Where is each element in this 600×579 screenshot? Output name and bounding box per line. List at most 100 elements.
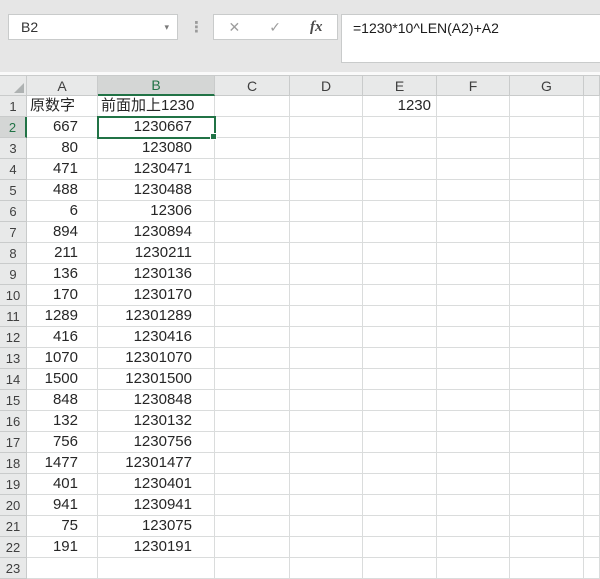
cell-A13[interactable]: 1070 — [27, 348, 98, 369]
cell-B4[interactable]: 1230471 — [98, 159, 215, 180]
cell-A14[interactable]: 1500 — [27, 369, 98, 390]
cell-C8[interactable] — [215, 243, 290, 264]
cell-H19[interactable] — [584, 474, 600, 495]
cell-F12[interactable] — [437, 327, 510, 348]
cell-B23[interactable] — [98, 558, 215, 579]
cell-B17[interactable]: 1230756 — [98, 432, 215, 453]
cell-D16[interactable] — [290, 411, 363, 432]
row-header-8[interactable]: 8 — [0, 243, 27, 264]
cell-F23[interactable] — [437, 558, 510, 579]
cell-C13[interactable] — [215, 348, 290, 369]
cell-D13[interactable] — [290, 348, 363, 369]
cell-E20[interactable] — [363, 495, 437, 516]
cell-G15[interactable] — [510, 390, 584, 411]
cell-B18[interactable]: 12301477 — [98, 453, 215, 474]
cell-G2[interactable] — [510, 117, 584, 138]
column-header-D[interactable]: D — [290, 75, 363, 96]
cell-H9[interactable] — [584, 264, 600, 285]
cell-E11[interactable] — [363, 306, 437, 327]
cell-C3[interactable] — [215, 138, 290, 159]
cell-C17[interactable] — [215, 432, 290, 453]
cell-D6[interactable] — [290, 201, 363, 222]
cell-B20[interactable]: 1230941 — [98, 495, 215, 516]
cell-E13[interactable] — [363, 348, 437, 369]
cell-F20[interactable] — [437, 495, 510, 516]
cell-F11[interactable] — [437, 306, 510, 327]
cell-C21[interactable] — [215, 516, 290, 537]
enter-icon[interactable]: ✓ — [269, 19, 281, 36]
cell-D12[interactable] — [290, 327, 363, 348]
cell-F19[interactable] — [437, 474, 510, 495]
cell-E19[interactable] — [363, 474, 437, 495]
cell-G9[interactable] — [510, 264, 584, 285]
cell-C18[interactable] — [215, 453, 290, 474]
cell-D14[interactable] — [290, 369, 363, 390]
cell-C10[interactable] — [215, 285, 290, 306]
cell-D4[interactable] — [290, 159, 363, 180]
row-header-14[interactable]: 14 — [0, 369, 27, 390]
cell-F16[interactable] — [437, 411, 510, 432]
cell-E3[interactable] — [363, 138, 437, 159]
row-header-2[interactable]: 2 — [0, 117, 27, 138]
row-header-9[interactable]: 9 — [0, 264, 27, 285]
row-header-22[interactable]: 22 — [0, 537, 27, 558]
cell-A3[interactable]: 80 — [27, 138, 98, 159]
cell-C19[interactable] — [215, 474, 290, 495]
cell-D17[interactable] — [290, 432, 363, 453]
row-header-7[interactable]: 7 — [0, 222, 27, 243]
cell-D11[interactable] — [290, 306, 363, 327]
cell-H15[interactable] — [584, 390, 600, 411]
cell-C6[interactable] — [215, 201, 290, 222]
cell-F22[interactable] — [437, 537, 510, 558]
cell-E17[interactable] — [363, 432, 437, 453]
cell-D21[interactable] — [290, 516, 363, 537]
column-header-F[interactable]: F — [437, 75, 510, 96]
cancel-icon[interactable]: ✕ — [229, 19, 241, 36]
cell-C7[interactable] — [215, 222, 290, 243]
cell-B5[interactable]: 1230488 — [98, 180, 215, 201]
cell-F7[interactable] — [437, 222, 510, 243]
cell-G10[interactable] — [510, 285, 584, 306]
column-header-G[interactable]: G — [510, 75, 584, 96]
cell-D15[interactable] — [290, 390, 363, 411]
cell-C2[interactable] — [215, 117, 290, 138]
cell-C22[interactable] — [215, 537, 290, 558]
cell-B13[interactable]: 12301070 — [98, 348, 215, 369]
cell-A20[interactable]: 941 — [27, 495, 98, 516]
cell-A5[interactable]: 488 — [27, 180, 98, 201]
row-header-3[interactable]: 3 — [0, 138, 27, 159]
cell-D19[interactable] — [290, 474, 363, 495]
cell-H23[interactable] — [584, 558, 600, 579]
cell-F1[interactable] — [437, 96, 510, 117]
row-header-23[interactable]: 23 — [0, 558, 27, 579]
cell-C9[interactable] — [215, 264, 290, 285]
cell-D2[interactable] — [290, 117, 363, 138]
row-header-16[interactable]: 16 — [0, 411, 27, 432]
cell-B9[interactable]: 1230136 — [98, 264, 215, 285]
cell-F14[interactable] — [437, 369, 510, 390]
cell-D7[interactable] — [290, 222, 363, 243]
cell-D1[interactable] — [290, 96, 363, 117]
cell-B11[interactable]: 12301289 — [98, 306, 215, 327]
cell-G23[interactable] — [510, 558, 584, 579]
cell-G22[interactable] — [510, 537, 584, 558]
cell-H4[interactable] — [584, 159, 600, 180]
cell-B8[interactable]: 1230211 — [98, 243, 215, 264]
cell-G5[interactable] — [510, 180, 584, 201]
cell-A9[interactable]: 136 — [27, 264, 98, 285]
cell-D22[interactable] — [290, 537, 363, 558]
column-header-A[interactable]: A — [27, 75, 98, 96]
cell-H6[interactable] — [584, 201, 600, 222]
cell-C5[interactable] — [215, 180, 290, 201]
cell-B3[interactable]: 123080 — [98, 138, 215, 159]
formula-input[interactable]: =1230*10^LEN(A2)+A2 — [341, 14, 600, 63]
cell-E1[interactable]: 1230 — [363, 96, 437, 117]
insert-function-icon[interactable]: fx — [310, 19, 323, 36]
cell-A12[interactable]: 416 — [27, 327, 98, 348]
cell-B10[interactable]: 1230170 — [98, 285, 215, 306]
cell-G7[interactable] — [510, 222, 584, 243]
select-all-button[interactable] — [0, 75, 27, 96]
cell-E5[interactable] — [363, 180, 437, 201]
cell-G3[interactable] — [510, 138, 584, 159]
cell-A1[interactable]: 原数字 — [27, 96, 98, 117]
